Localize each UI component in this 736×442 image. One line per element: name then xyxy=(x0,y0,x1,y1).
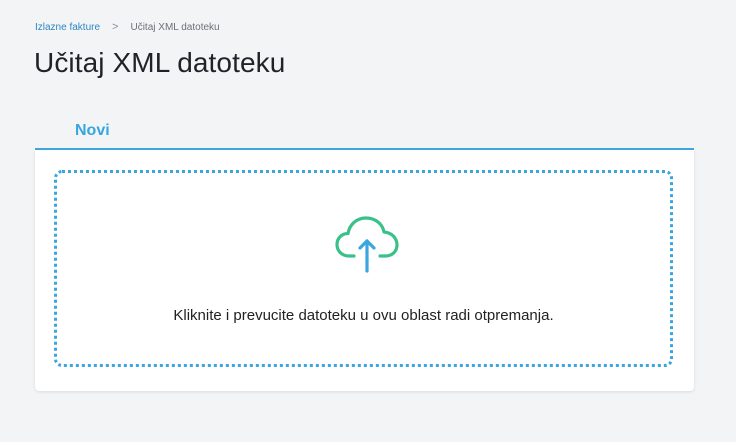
breadcrumb-link-izlazne-fakture[interactable]: Izlazne fakture xyxy=(35,22,100,33)
dropzone-instruction: Kliknite i prevucite datoteku u ovu obla… xyxy=(173,307,554,324)
upload-card: Kliknite i prevucite datoteku u ovu obla… xyxy=(35,150,694,391)
tab-bar: Novi xyxy=(35,114,694,150)
breadcrumb-separator: > xyxy=(112,21,119,33)
page-title: Učitaj XML datoteku xyxy=(34,47,286,78)
tab-novi[interactable]: Novi xyxy=(75,122,110,140)
breadcrumb-current: Učitaj XML datoteku xyxy=(130,21,220,33)
file-dropzone[interactable]: Kliknite i prevucite datoteku u ovu obla… xyxy=(54,170,673,367)
cloud-upload-icon xyxy=(335,216,399,273)
breadcrumb: Izlazne fakture > Učitaj XML datoteku xyxy=(35,21,220,33)
